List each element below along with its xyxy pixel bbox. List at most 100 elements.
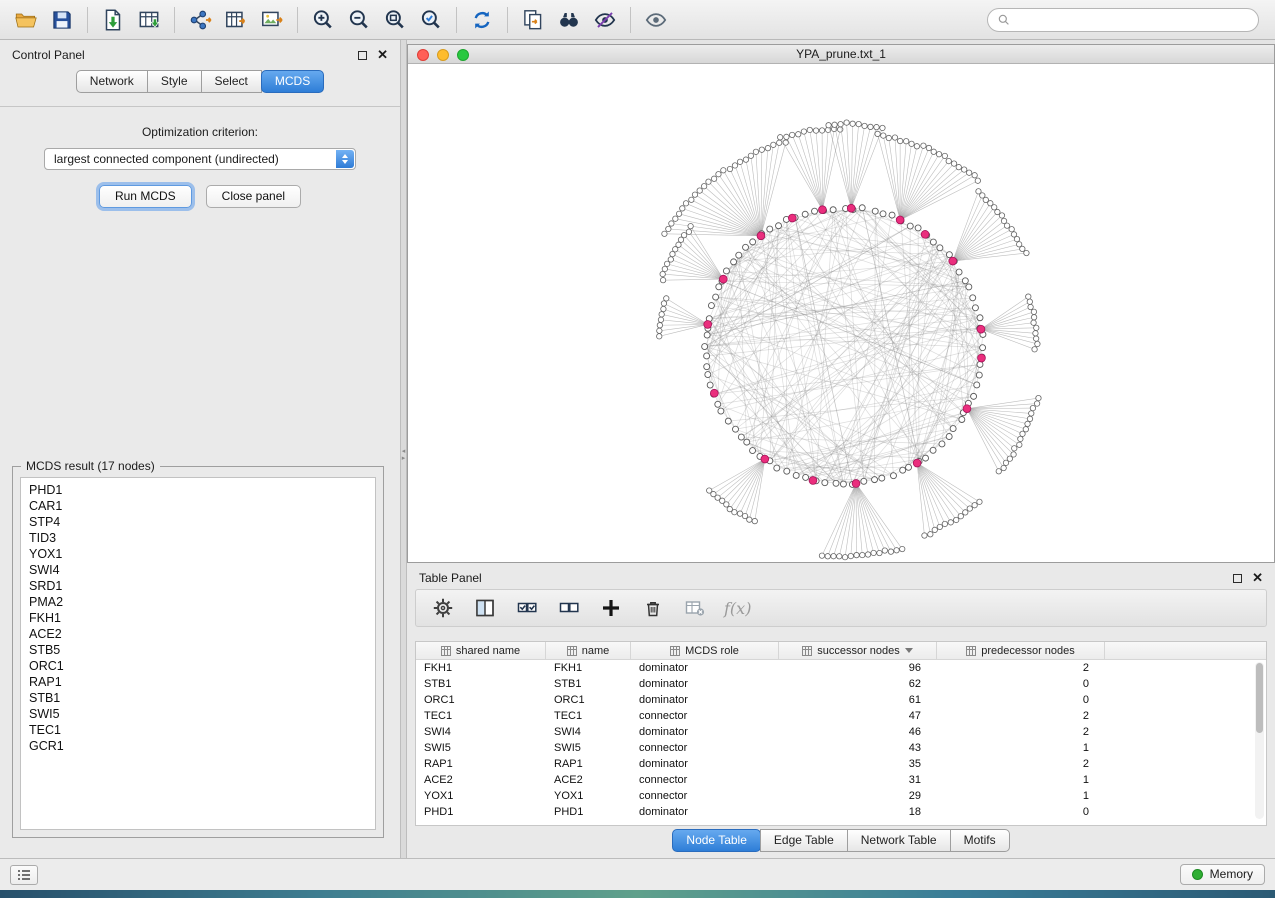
select-all-button[interactable]	[514, 595, 540, 621]
search-input[interactable]	[1017, 13, 1249, 27]
column-header-shared-name[interactable]: shared name	[416, 642, 546, 659]
zoom-fit-icon	[382, 7, 408, 33]
mcds-result-item[interactable]: TEC1	[29, 722, 375, 738]
search-field[interactable]	[987, 8, 1259, 32]
memory-button[interactable]: Memory	[1180, 864, 1265, 885]
close-table-panel-icon[interactable]: ✕	[1252, 573, 1263, 583]
search-network-button[interactable]	[551, 4, 587, 36]
save-button[interactable]	[44, 4, 80, 36]
export-network-button[interactable]	[182, 4, 218, 36]
mcds-result-item[interactable]: SRD1	[29, 578, 375, 594]
table-row[interactable]: PHD1PHD1dominator180	[416, 804, 1266, 820]
table-scrollbar[interactable]	[1255, 662, 1264, 819]
column-header-predecessor-nodes[interactable]: predecessor nodes	[937, 642, 1105, 659]
zoom-in-button[interactable]	[305, 4, 341, 36]
mcds-result-item[interactable]: ACE2	[29, 626, 375, 642]
show-panels-button[interactable]	[10, 865, 38, 885]
tab-motifs[interactable]: Motifs	[950, 829, 1010, 852]
copy-document-icon	[520, 7, 546, 33]
table-row[interactable]: YOX1YOX1connector291	[416, 788, 1266, 804]
clear-table-button[interactable]	[682, 595, 708, 621]
list-icon	[17, 869, 31, 881]
open-button[interactable]	[8, 4, 44, 36]
table-panel-tabs: Node Table Edge Table Network Table Moti…	[407, 829, 1275, 852]
delete-column-button[interactable]	[640, 595, 666, 621]
mcds-result-item[interactable]: SWI5	[29, 706, 375, 722]
run-mcds-button[interactable]: Run MCDS	[99, 185, 192, 208]
tab-network-table[interactable]: Network Table	[847, 829, 951, 852]
minimize-window-button[interactable]	[437, 49, 449, 61]
close-panel-button[interactable]: Close panel	[206, 185, 301, 208]
mcds-result-item[interactable]: PHD1	[29, 482, 375, 498]
mcds-result-item[interactable]: STB1	[29, 690, 375, 706]
network-canvas[interactable]	[408, 64, 1274, 562]
memory-status-icon	[1192, 869, 1203, 880]
export-table-button[interactable]	[218, 4, 254, 36]
import-table-button[interactable]	[131, 4, 167, 36]
table-cell: 1	[937, 790, 1105, 802]
show-all-button[interactable]	[638, 4, 674, 36]
tab-mcds[interactable]: MCDS	[261, 70, 324, 93]
toolbar-divider	[456, 7, 457, 33]
table-row[interactable]: STB1STB1dominator620	[416, 676, 1266, 692]
table-row[interactable]: RAP1RAP1dominator352	[416, 756, 1266, 772]
criterion-select[interactable]: largest connected component (undirected)	[44, 148, 356, 170]
main-toolbar	[0, 0, 1275, 40]
apply-layout-button[interactable]	[464, 4, 500, 36]
vertical-splitter[interactable]: ◂▸	[400, 40, 407, 858]
export-image-button[interactable]	[254, 4, 290, 36]
application-window: Control Panel ✕ Network Style Select MCD…	[0, 0, 1275, 898]
mcds-result-item[interactable]: PMA2	[29, 594, 375, 610]
tab-network[interactable]: Network	[76, 70, 148, 93]
zoom-out-icon	[346, 7, 372, 33]
save-floppy-icon	[49, 7, 75, 33]
function-builder-button[interactable]: f(x)	[724, 599, 751, 618]
table-row[interactable]: TEC1TEC1connector472	[416, 708, 1266, 724]
table-row[interactable]: ORC1ORC1dominator610	[416, 692, 1266, 708]
mcds-result-item[interactable]: RAP1	[29, 674, 375, 690]
tab-edge-table[interactable]: Edge Table	[760, 829, 848, 852]
mcds-result-item[interactable]: YOX1	[29, 546, 375, 562]
mcds-result-item[interactable]: TID3	[29, 530, 375, 546]
table-row[interactable]: SWI4SWI4dominator462	[416, 724, 1266, 740]
splitter-handle-icon[interactable]: ◂▸	[401, 448, 406, 462]
table-cell: dominator	[631, 694, 779, 706]
close-window-button[interactable]	[417, 49, 429, 61]
mcds-result-item[interactable]: GCR1	[29, 738, 375, 754]
column-header-mcds-role[interactable]: MCDS role	[631, 642, 779, 659]
zoom-out-button[interactable]	[341, 4, 377, 36]
column-header-name[interactable]: name	[546, 642, 631, 659]
tab-style[interactable]: Style	[147, 70, 202, 93]
table-row[interactable]: FKH1FKH1dominator962	[416, 660, 1266, 676]
scrollbar-thumb[interactable]	[1256, 663, 1263, 733]
maximize-window-button[interactable]	[457, 49, 469, 61]
zoom-fit-button[interactable]	[377, 4, 413, 36]
tab-node-table[interactable]: Node Table	[672, 829, 761, 852]
mcds-result-item[interactable]: STP4	[29, 514, 375, 530]
import-network-button[interactable]	[95, 4, 131, 36]
deselect-all-button[interactable]	[556, 595, 582, 621]
float-panel-icon[interactable]	[358, 51, 367, 60]
mcds-result-item[interactable]: FKH1	[29, 610, 375, 626]
mcds-result-item[interactable]: ORC1	[29, 658, 375, 674]
mcds-result-item[interactable]: CAR1	[29, 498, 375, 514]
export-image-icon	[259, 7, 285, 33]
close-panel-icon[interactable]: ✕	[377, 50, 388, 60]
tab-select[interactable]: Select	[201, 70, 262, 93]
clone-network-button[interactable]	[515, 4, 551, 36]
table-row[interactable]: SWI5SWI5connector431	[416, 740, 1266, 756]
add-column-button[interactable]	[598, 595, 624, 621]
zoom-selected-button[interactable]	[413, 4, 449, 36]
table-row[interactable]: ACE2ACE2connector311	[416, 772, 1266, 788]
table-cell: connector	[631, 774, 779, 786]
import-table-file-icon	[136, 7, 162, 33]
float-table-panel-icon[interactable]	[1233, 574, 1242, 583]
network-window-titlebar[interactable]: YPA_prune.txt_1	[408, 45, 1274, 64]
mcds-result-item[interactable]: STB5	[29, 642, 375, 658]
mcds-result-item[interactable]: SWI4	[29, 562, 375, 578]
table-settings-button[interactable]	[430, 595, 456, 621]
show-columns-button[interactable]	[472, 595, 498, 621]
hide-selected-button[interactable]	[587, 4, 623, 36]
column-header-successor-nodes[interactable]: successor nodes	[779, 642, 937, 659]
mcds-result-list[interactable]: PHD1CAR1STP4TID3YOX1SWI4SRD1PMA2FKH1ACE2…	[20, 477, 376, 830]
